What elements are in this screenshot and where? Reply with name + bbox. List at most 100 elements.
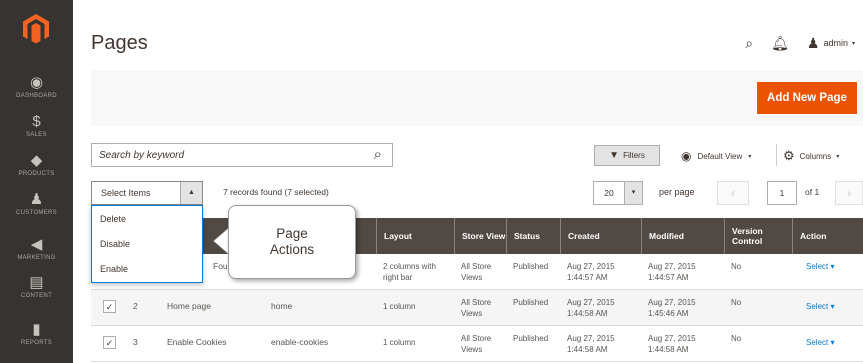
previous-page-button[interactable]: ‹ [717, 181, 749, 205]
chevron-up-icon[interactable]: ▲ [180, 182, 202, 204]
columns-label: Columns [799, 151, 832, 161]
column-header-modified[interactable]: Modified [641, 218, 724, 254]
sidebar-item-marketing[interactable]: ◀ MARKETING [0, 236, 73, 262]
cell-modified: Aug 27, 2015 1:44:58 AM [648, 334, 696, 354]
cell-modified: Aug 27, 2015 1:45:46 AM [648, 298, 696, 318]
row-action-select[interactable]: Select ▾ [806, 337, 834, 348]
magento-logo-icon[interactable] [22, 13, 50, 45]
notification-bell-icon[interactable]: 🔔︎ [771, 36, 789, 50]
column-header-action: Action [792, 218, 863, 254]
mass-action-select[interactable]: Select Items ▲ [91, 181, 203, 205]
sidebar-item-label: REPORTS [21, 340, 52, 346]
cube-icon: ◆ [30, 152, 43, 169]
row-action-label: Select [806, 338, 829, 347]
sidebar-item-products[interactable]: ◆ PRODUCTS [0, 152, 73, 178]
page-number-input[interactable]: 1 [767, 181, 797, 205]
search-icon[interactable]: ⌕ [745, 36, 753, 50]
view-selector[interactable]: ◉ Default View ▾ [681, 149, 751, 163]
person-icon: ♟ [29, 191, 44, 208]
sidebar-item-customers[interactable]: ♟ CUSTOMERS [0, 191, 73, 217]
callout-text: Page Actions [269, 226, 315, 257]
cell-status: Published [513, 334, 549, 343]
row-action-select[interactable]: Select ▾ [806, 261, 834, 272]
page-total: of 1 [805, 187, 820, 197]
bar-chart-icon: ▮ [32, 321, 41, 338]
menu-item-enable[interactable]: Enable [100, 264, 128, 274]
cell-created: Aug 27, 2015 1:44:58 AM [567, 334, 615, 354]
mass-action-value: Select Items [101, 188, 151, 198]
cell-layout: 1 column [383, 302, 416, 311]
filters-button[interactable]: ▼ Filters [594, 145, 660, 166]
table-row: Found 2 columns with right bar All Store… [91, 254, 863, 290]
cell-modified: Aug 27, 2015 1:44:57 AM [648, 262, 696, 282]
cell-version-control: No [731, 334, 742, 343]
menu-item-disable[interactable]: Disable [100, 239, 130, 249]
add-new-page-button[interactable]: Add New Page [757, 82, 857, 114]
sidebar-item-label: SALES [26, 132, 47, 138]
sidebar-item-sales[interactable]: $ SALES [0, 113, 73, 139]
column-header-version-control[interactable]: Version Control [724, 218, 792, 254]
account-menu[interactable]: ♟ admin ▾ [807, 36, 855, 50]
admin-sidebar: ◉ DASHBOARD $ SALES ◆ PRODUCTS ♟ CUSTOME… [0, 0, 73, 363]
row-checkbox[interactable]: ✓ [103, 336, 116, 349]
callout-pointer [214, 228, 229, 254]
cell-url-key: enable-cookies [271, 337, 329, 347]
grid-header: Layout Store View Status Created Modifie… [91, 218, 863, 254]
gear-icon: ⚙ [783, 148, 795, 163]
sidebar-item-label: MARKETING [17, 255, 56, 261]
sidebar-item-label: CUSTOMERS [16, 210, 57, 216]
table-row: ✓ 2 Home page home 1 column All Store Vi… [91, 290, 863, 326]
filters-label: Filters [623, 151, 645, 160]
cell-store-view: All Store Views [461, 262, 492, 282]
search-input[interactable]: Search by keyword ⌕ [91, 143, 393, 167]
page-actions-bar [91, 70, 863, 126]
cell-status: Published [513, 298, 549, 307]
column-header-store-view[interactable]: Store View [454, 218, 506, 254]
records-count: 7 records found (7 selected) [223, 187, 329, 197]
sidebar-item-label: CONTENT [20, 293, 53, 299]
columns-selector[interactable]: ⚙ Columns ▾ [783, 148, 839, 164]
view-label: Default View [697, 151, 743, 161]
cell-id: 3 [133, 337, 138, 347]
cell-version-control: No [731, 298, 742, 307]
sidebar-item-content[interactable]: ▤ CONTENT [0, 274, 73, 300]
cell-title: Home page [167, 301, 211, 311]
row-action-label: Select [806, 262, 829, 271]
sidebar-item-label: DASHBOARD [16, 93, 57, 99]
mass-action-dropdown: Delete Disable Enable [91, 205, 203, 283]
cell-store-view: All Store Views [461, 298, 492, 318]
search-placeholder: Search by keyword [99, 150, 185, 161]
funnel-icon: ▼ [609, 150, 620, 161]
cell-store-view: All Store Views [461, 334, 492, 354]
column-header-created[interactable]: Created [560, 218, 641, 254]
main-content: Pages ⌕ 🔔︎ ♟ admin ▾ Add New Page Search… [73, 0, 863, 363]
user-icon: ♟ [806, 35, 820, 51]
header-actions: ⌕ 🔔︎ ♟ admin ▾ [745, 36, 855, 50]
column-header-layout[interactable]: Layout [376, 218, 454, 254]
search-icon[interactable]: ⌕ [374, 146, 382, 163]
menu-item-delete[interactable]: Delete [100, 214, 126, 224]
megaphone-icon: ◀ [30, 236, 43, 253]
sidebar-item-reports[interactable]: ▮ REPORTS [0, 321, 73, 347]
eye-icon: ◉ [681, 149, 692, 163]
per-page-label: per page [659, 187, 695, 197]
dollar-icon: $ [32, 113, 41, 130]
chevron-down-icon: ▾ [851, 40, 855, 47]
table-row: ✓ 3 Enable Cookies enable-cookies 1 colu… [91, 326, 863, 362]
cell-layout: 1 column [383, 338, 416, 347]
chevron-down-icon[interactable]: ▾ [625, 181, 643, 205]
column-header-status[interactable]: Status [506, 218, 560, 254]
chevron-down-icon: ▾ [748, 153, 752, 160]
cell-id: 2 [133, 301, 138, 311]
next-page-button[interactable]: › [835, 181, 863, 205]
row-action-select[interactable]: Select ▾ [806, 301, 834, 312]
cell-title: Enable Cookies [167, 337, 227, 347]
per-page-input[interactable]: 20 [593, 181, 625, 205]
sidebar-item-dashboard[interactable]: ◉ DASHBOARD [0, 75, 73, 100]
chevron-down-icon: ▾ [836, 153, 840, 160]
row-checkbox[interactable]: ✓ [103, 300, 116, 313]
page-title: Pages [91, 32, 148, 54]
cell-created: Aug 27, 2015 1:44:58 AM [567, 298, 615, 318]
content-icon: ▤ [29, 274, 44, 291]
toolbar-divider [776, 144, 777, 166]
